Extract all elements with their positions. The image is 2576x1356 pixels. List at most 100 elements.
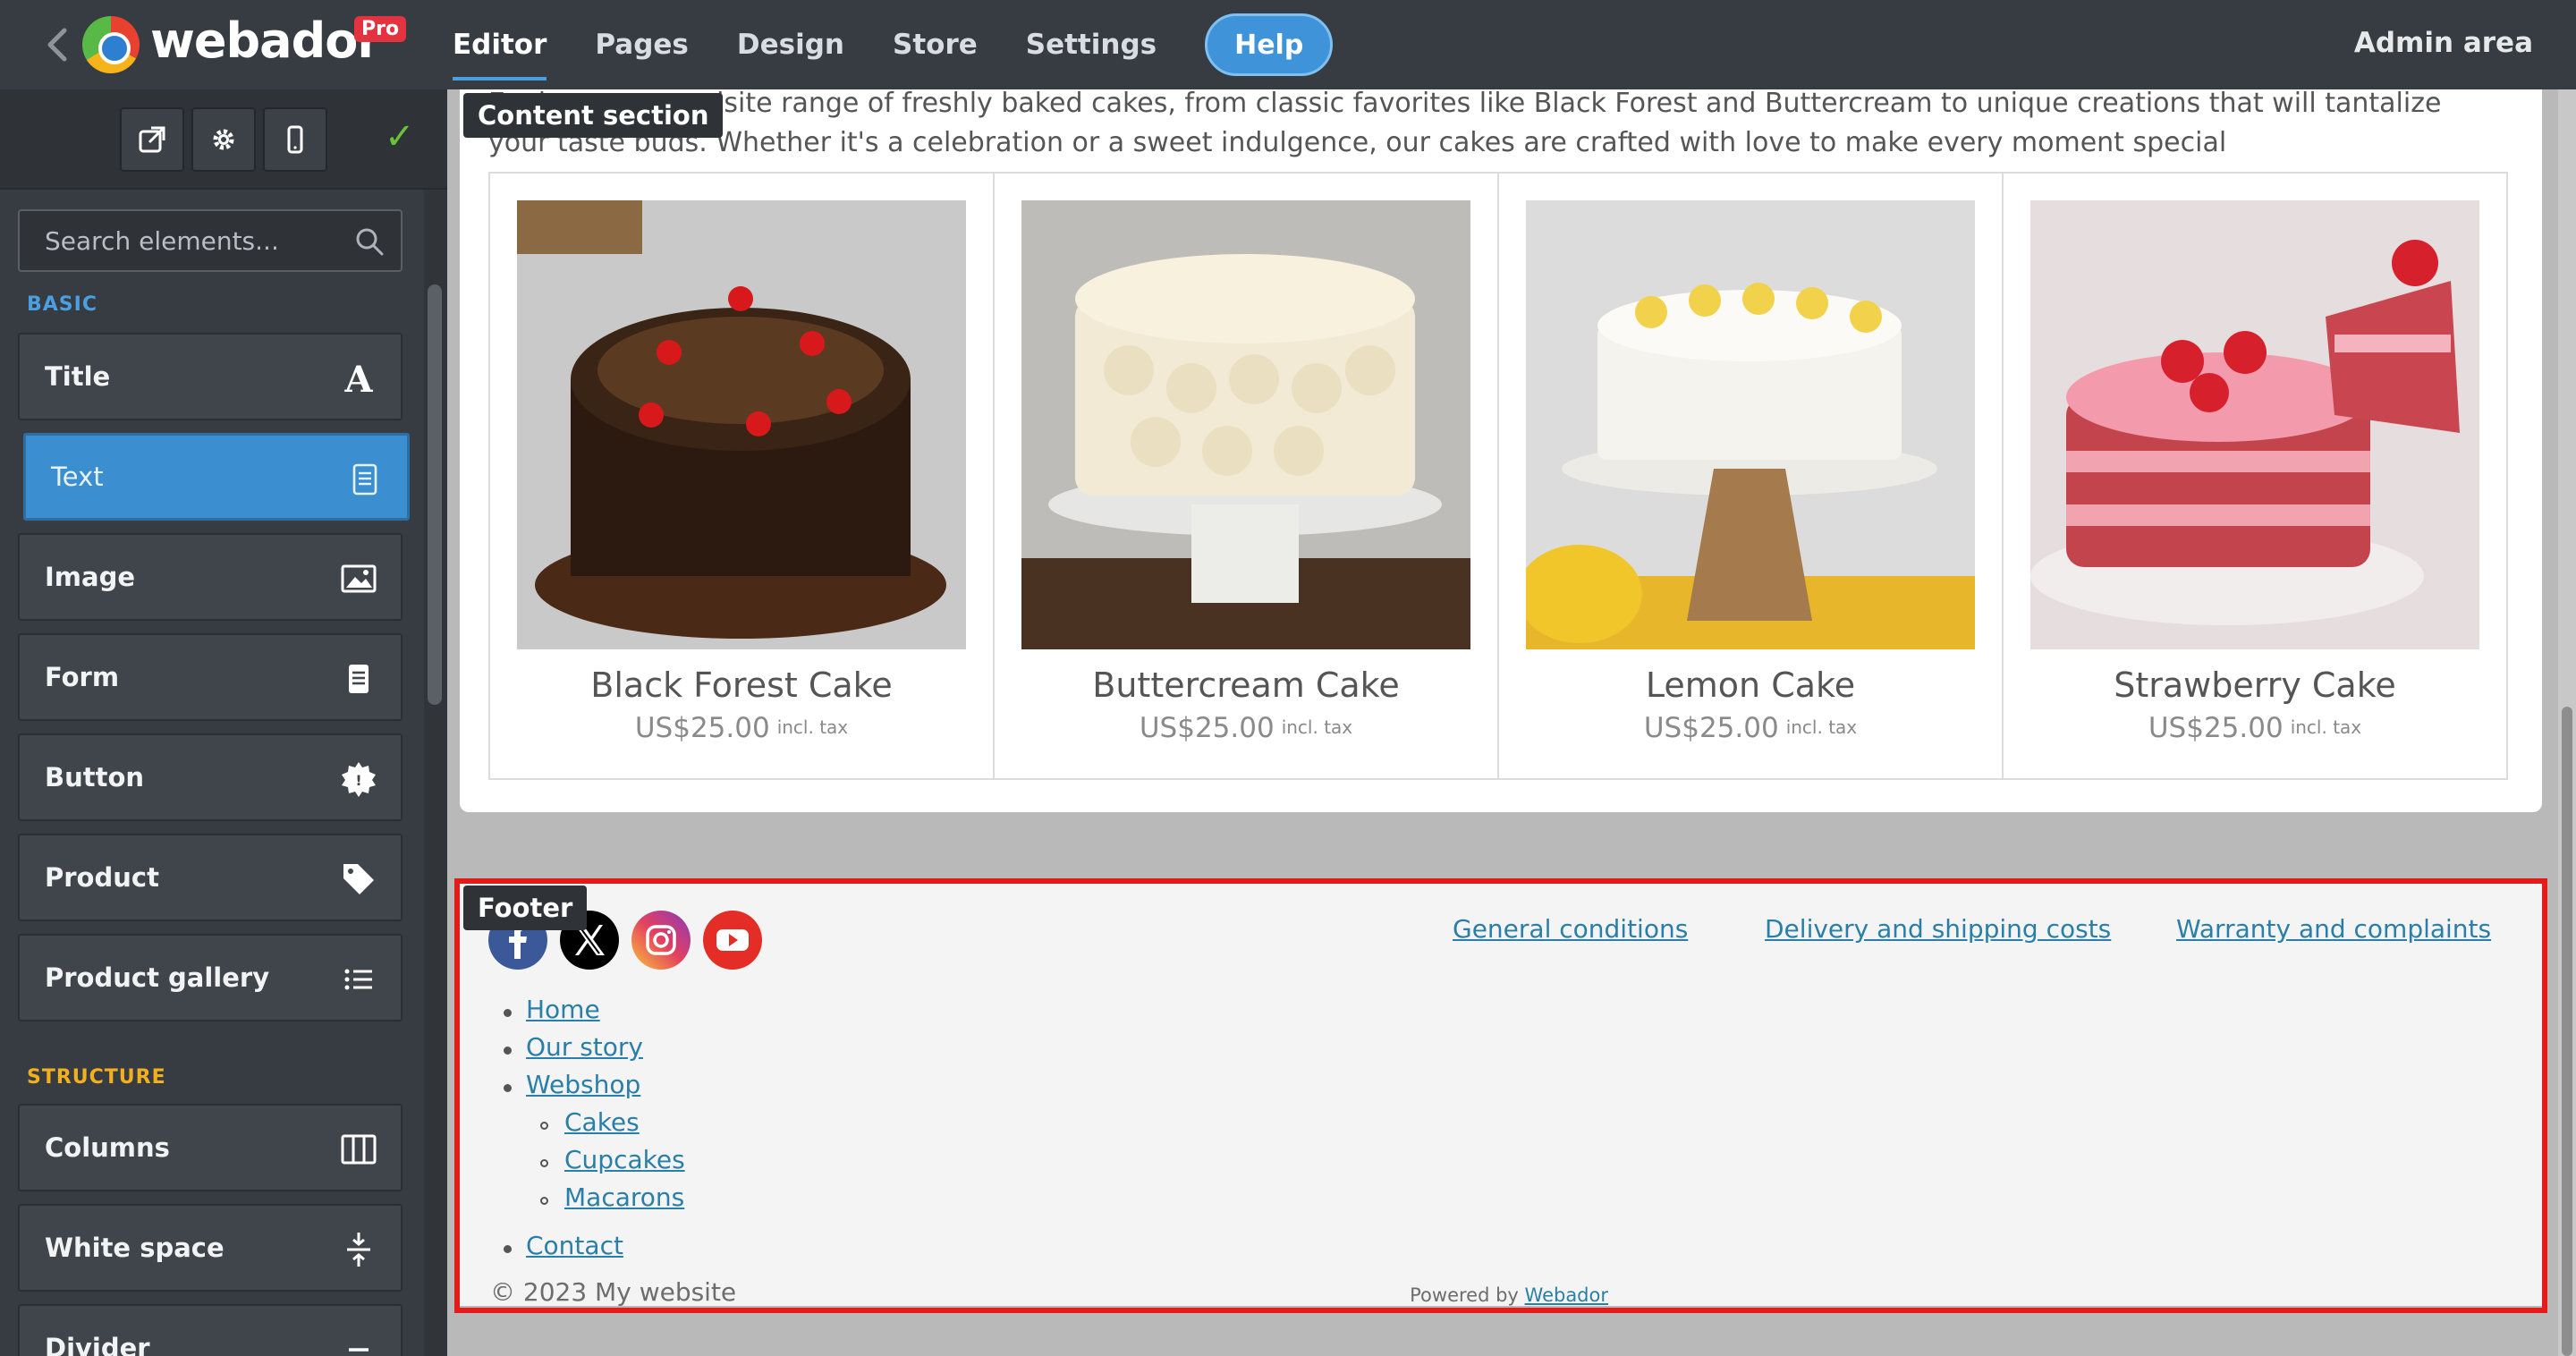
element-label: Columns bbox=[45, 1132, 170, 1163]
nav-design[interactable]: Design bbox=[737, 29, 844, 61]
product-price: US$25.00 incl. tax bbox=[2004, 712, 2506, 744]
product-name[interactable]: Strawberry Cake bbox=[2004, 665, 2506, 705]
webador-logo-icon[interactable] bbox=[82, 16, 140, 73]
lemon-cake-image[interactable] bbox=[1526, 200, 1975, 649]
footer-menu-home[interactable]: Home bbox=[526, 995, 600, 1024]
gear-icon bbox=[213, 129, 234, 150]
product-name[interactable]: Buttercream Cake bbox=[995, 665, 1497, 705]
element-label: White space bbox=[45, 1233, 225, 1263]
footer-menu-our-story[interactable]: Our story bbox=[526, 1032, 643, 1062]
element-title[interactable]: Title A bbox=[18, 333, 402, 420]
search-box bbox=[18, 209, 402, 272]
list-bullet bbox=[540, 1122, 548, 1130]
footer-menu-cakes[interactable]: Cakes bbox=[564, 1107, 640, 1137]
element-product-gallery[interactable]: Product gallery bbox=[18, 934, 402, 1021]
main-nav: Editor Pages Design Store Settings Help bbox=[453, 0, 1334, 89]
sidebar-toolbar: ✓ bbox=[0, 89, 447, 190]
content-section-tag: Content section bbox=[463, 93, 724, 138]
footer-menu-cupcakes[interactable]: Cupcakes bbox=[564, 1145, 685, 1174]
top-bar: webador Pro Editor Pages Design Store Se… bbox=[0, 0, 2576, 89]
product-name[interactable]: Black Forest Cake bbox=[490, 665, 993, 705]
product-price: US$25.00 incl. tax bbox=[1499, 712, 2002, 744]
element-sidebar: ✓ BASIC Title A Text Image Form Butt bbox=[0, 89, 447, 1356]
help-button[interactable]: Help bbox=[1205, 13, 1334, 76]
svg-text:!: ! bbox=[355, 772, 361, 789]
element-label: Text bbox=[51, 462, 104, 492]
price-tag-icon bbox=[340, 860, 377, 898]
external-link-icon bbox=[139, 126, 165, 153]
youtube-icon[interactable] bbox=[703, 911, 762, 970]
footer-tag: Footer bbox=[463, 886, 588, 930]
footer-link-general-conditions[interactable]: General conditions bbox=[1453, 914, 1688, 944]
element-product[interactable]: Product bbox=[18, 834, 402, 921]
footer-menu-webshop[interactable]: Webshop bbox=[526, 1070, 640, 1099]
product-name[interactable]: Lemon Cake bbox=[1499, 665, 2002, 705]
product-card[interactable]: Buttercream Cake US$25.00 incl. tax bbox=[995, 174, 1499, 778]
element-label: Image bbox=[45, 562, 136, 592]
nav-settings[interactable]: Settings bbox=[1026, 29, 1157, 61]
product-gallery: Black Forest Cake US$25.00 incl. tax Butt… bbox=[488, 172, 2508, 780]
title-letter-icon: A bbox=[340, 359, 377, 401]
white-space-icon bbox=[340, 1231, 377, 1268]
product-card[interactable]: Black Forest Cake US$25.00 incl. tax bbox=[490, 174, 995, 778]
price-value: US$25.00 bbox=[1139, 712, 1275, 744]
saved-check-icon: ✓ bbox=[385, 116, 415, 157]
footer-menu-contact[interactable]: Contact bbox=[526, 1231, 623, 1260]
search-input[interactable] bbox=[45, 211, 349, 270]
badge-star-icon: ! bbox=[340, 760, 377, 798]
element-image[interactable]: Image bbox=[18, 533, 402, 621]
svg-text:A: A bbox=[343, 360, 373, 397]
mobile-view-button[interactable] bbox=[263, 107, 327, 172]
admin-area-link[interactable]: Admin area bbox=[2354, 27, 2533, 59]
tax-note: incl. tax bbox=[776, 716, 849, 738]
mobile-phone-icon bbox=[287, 125, 303, 154]
tax-note: incl. tax bbox=[1281, 716, 1353, 738]
list-bullet bbox=[504, 1047, 512, 1055]
list-bullet bbox=[504, 1245, 512, 1253]
divider-icon bbox=[340, 1331, 377, 1356]
nav-pages[interactable]: Pages bbox=[595, 29, 688, 61]
footer-menu-macarons[interactable]: Macarons bbox=[564, 1182, 684, 1212]
tax-note: incl. tax bbox=[2290, 716, 2362, 738]
element-white-space[interactable]: White space bbox=[18, 1204, 402, 1292]
nav-store[interactable]: Store bbox=[893, 29, 978, 61]
footer-link-warranty-complaints[interactable]: Warranty and complaints bbox=[2176, 914, 2491, 944]
powered-by-label: Powered by bbox=[1410, 1284, 1519, 1306]
intro-paragraph[interactable]: Explore our exquisite range of freshly b… bbox=[488, 84, 2492, 163]
list-bullet bbox=[504, 1084, 512, 1092]
product-price: US$25.00 incl. tax bbox=[995, 712, 1497, 744]
element-label: Divider bbox=[45, 1333, 150, 1356]
element-button[interactable]: Button ! bbox=[18, 733, 402, 821]
element-divider[interactable]: Divider bbox=[18, 1304, 402, 1356]
canvas-scroll-thumb[interactable] bbox=[2562, 707, 2572, 1356]
product-card[interactable]: Strawberry Cake US$25.00 incl. tax bbox=[2004, 174, 2506, 778]
list-bullet bbox=[504, 1009, 512, 1017]
preview-external-button[interactable] bbox=[120, 107, 184, 172]
footer-link-delivery-shipping[interactable]: Delivery and shipping costs bbox=[1765, 914, 2111, 944]
webador-link[interactable]: Webador bbox=[1525, 1284, 1608, 1306]
structure-section-label: STRUCTURE bbox=[27, 1066, 166, 1089]
columns-icon bbox=[340, 1131, 377, 1168]
element-form[interactable]: Form bbox=[18, 633, 402, 721]
element-columns[interactable]: Columns bbox=[18, 1104, 402, 1191]
instagram-icon[interactable] bbox=[631, 911, 691, 970]
list-bullet bbox=[540, 1159, 548, 1167]
black-forest-cake-image[interactable] bbox=[517, 200, 966, 649]
product-card[interactable]: Lemon Cake US$25.00 incl. tax bbox=[1499, 174, 2004, 778]
back-chevron-icon[interactable] bbox=[39, 25, 75, 64]
element-label: Product bbox=[45, 862, 159, 893]
list-bullet bbox=[540, 1197, 548, 1205]
search-icon[interactable] bbox=[354, 226, 385, 257]
sidebar-scroll-thumb[interactable] bbox=[428, 284, 442, 705]
logo-text[interactable]: webador bbox=[150, 13, 381, 69]
element-text[interactable]: Text bbox=[23, 433, 410, 521]
element-label: Button bbox=[45, 762, 145, 792]
settings-button[interactable] bbox=[191, 107, 256, 172]
tax-note: incl. tax bbox=[1785, 716, 1858, 738]
strawberry-cake-image[interactable] bbox=[2030, 200, 2479, 649]
nav-editor[interactable]: Editor bbox=[453, 29, 547, 81]
price-value: US$25.00 bbox=[634, 712, 770, 744]
powered-by: Powered by Webador bbox=[1410, 1284, 1608, 1306]
buttercream-cake-image[interactable] bbox=[1021, 200, 1470, 649]
element-label: Form bbox=[45, 662, 120, 692]
